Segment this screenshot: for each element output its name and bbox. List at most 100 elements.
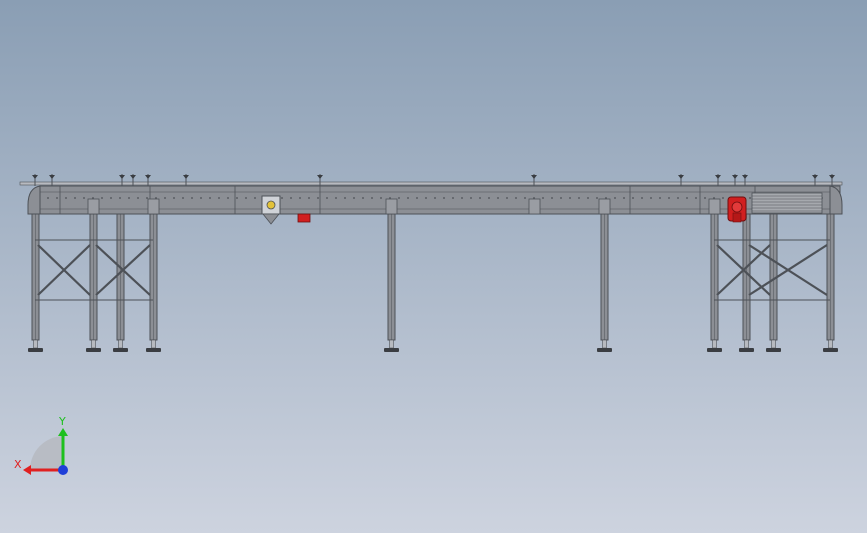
bolt-hole [335,197,337,199]
guide-rail [19,181,843,186]
leveling-foot [597,348,612,352]
bolt-hole [254,197,256,199]
bolt-hole [362,197,364,199]
bolt-hole [83,197,85,199]
leg-mount-plate [87,198,100,215]
z-axis-dot [58,465,68,475]
bolt-hole [398,197,400,199]
bolt-hole [524,197,526,199]
conveyor-side-view: Y X [0,0,867,533]
bolt-hole [416,197,418,199]
bolt-hole [560,197,562,199]
bolt-hole [722,197,724,199]
leveling-foot [113,348,128,352]
bolt-hole [488,197,490,199]
bolt-hole [686,197,688,199]
bolt-hole [317,197,319,199]
bolt-hole [587,197,589,199]
bolt-hole [614,197,616,199]
bolt-hole [677,197,679,199]
bolt-hole [74,197,76,199]
bolt-hole [506,197,508,199]
bolt-hole [182,197,184,199]
leg-mount-plate [598,198,611,215]
leveling-screw [771,339,776,349]
bolt-hole [434,197,436,199]
bolt-hole [173,197,175,199]
leveling-screw [602,339,607,349]
bolt-hole [380,197,382,199]
leg-mount-plate [385,198,398,215]
leg-mount-plate [147,198,160,215]
bolt-hole [551,197,553,199]
bolt-hole [596,197,598,199]
bolt-hole [443,197,445,199]
x-axis-label: X [14,458,22,471]
leveling-foot [823,348,838,352]
bolt-hole [308,197,310,199]
bolt-hole [101,197,103,199]
sensor-red [297,213,311,223]
bolt-hole [281,197,283,199]
bolt-hole [353,197,355,199]
bolt-hole [119,197,121,199]
bolt-hole [461,197,463,199]
leveling-screw [91,339,96,349]
bolt-hole [479,197,481,199]
bolt-hole [344,197,346,199]
leg-mount-plate [528,198,541,215]
bolt-hole [749,197,751,199]
bolt-hole [407,197,409,199]
bolt-hole [47,197,49,199]
bolt-hole [515,197,517,199]
bolt-hole [191,197,193,199]
bolt-hole [137,197,139,199]
bolt-hole [569,197,571,199]
leveling-foot [146,348,161,352]
leveling-foot [739,348,754,352]
bolt-hole [668,197,670,199]
leveling-screw [118,339,123,349]
leveling-foot [766,348,781,352]
bolt-hole [623,197,625,199]
bolt-hole [425,197,427,199]
bolt-hole [695,197,697,199]
leveling-screw [712,339,717,349]
bolt-hole [236,197,238,199]
leg-mount-plate [708,198,721,215]
bolt-hole [650,197,652,199]
bolt-hole [659,197,661,199]
bolt-hole [704,197,706,199]
bolt-hole [245,197,247,199]
leveling-screw [828,339,833,349]
leveling-foot [384,348,399,352]
bolt-hole [326,197,328,199]
leveling-foot [707,348,722,352]
viewport-background [0,0,867,533]
bolt-hole [299,197,301,199]
bolt-hole [452,197,454,199]
bolt-hole [209,197,211,199]
leveling-screw [33,339,38,349]
bolt-hole [290,197,292,199]
bolt-hole [56,197,58,199]
bolt-hole [497,197,499,199]
bolt-hole [641,197,643,199]
bolt-hole [200,197,202,199]
gearbox [732,212,742,223]
bolt-hole [65,197,67,199]
tensioner-wheel [266,200,276,210]
bolt-hole [371,197,373,199]
bolt-hole [542,197,544,199]
bolt-hole [218,197,220,199]
bolt-hole [110,197,112,199]
leveling-screw [744,339,749,349]
motor-flange [731,201,743,213]
leveling-foot [86,348,101,352]
cad-viewport[interactable]: Y X [0,0,867,533]
leveling-foot [28,348,43,352]
y-axis-label: Y [58,415,66,428]
bolt-hole [578,197,580,199]
bolt-hole [164,197,166,199]
bolt-hole [632,197,634,199]
